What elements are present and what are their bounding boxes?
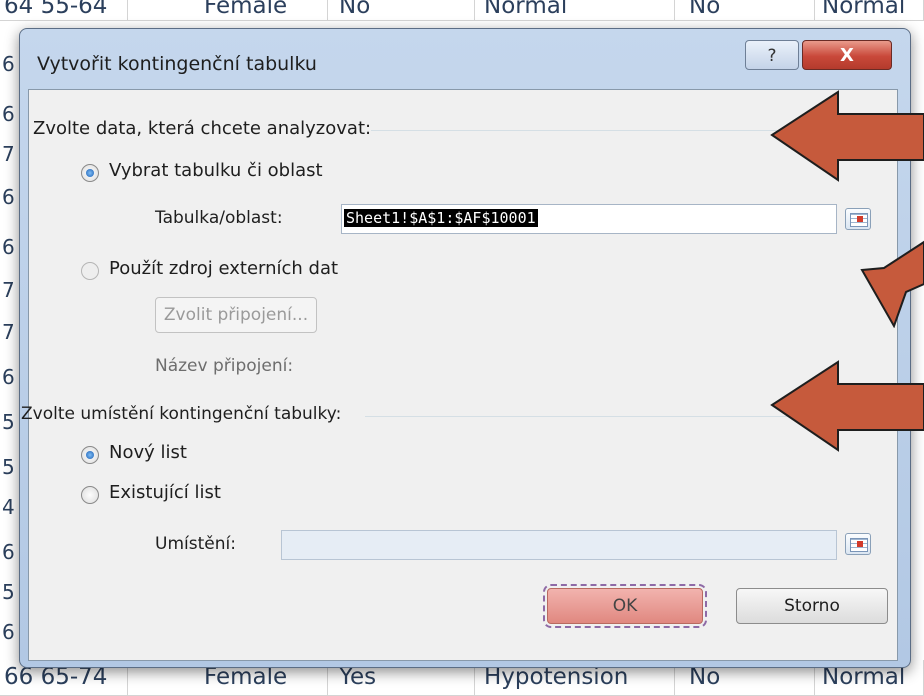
cell[interactable]: Female bbox=[200, 0, 328, 20]
dialog-title: Vytvořit kontingenční tabulku bbox=[37, 53, 317, 75]
row-digit: 6 bbox=[2, 235, 15, 259]
radio-select-table-label[interactable]: Vybrat tabulku či oblast bbox=[109, 160, 323, 181]
row-digit: 6 bbox=[2, 52, 15, 76]
location-input[interactable] bbox=[281, 530, 837, 560]
radio-new-sheet[interactable] bbox=[81, 446, 99, 464]
row-number-column: 6 6 7 6 6 7 7 6 5 5 4 6 5 6 bbox=[0, 30, 20, 660]
choose-connection-button[interactable]: Zvolit připojení... bbox=[155, 297, 317, 333]
cell[interactable]: 64 55-64 bbox=[0, 0, 128, 20]
close-button[interactable]: X bbox=[802, 40, 892, 70]
spreadsheet-row: 64 55-64 Female No Normal No Normal bbox=[0, 0, 924, 21]
radio-existing-sheet[interactable] bbox=[81, 486, 99, 504]
cancel-button[interactable]: Storno bbox=[736, 588, 888, 624]
collapse-dialog-icon[interactable] bbox=[845, 208, 871, 230]
location-label: Umístění: bbox=[155, 534, 236, 554]
row-digit: 6 bbox=[2, 102, 15, 126]
radio-select-table[interactable] bbox=[81, 164, 99, 182]
table-range-input[interactable]: Sheet1!$A$1:$AF$10001 bbox=[341, 204, 837, 234]
cell[interactable]: Normal bbox=[480, 0, 675, 20]
section-divider bbox=[365, 416, 815, 417]
arrow-down-icon bbox=[860, 240, 924, 328]
row-digit: 7 bbox=[2, 142, 15, 166]
cell[interactable]: No bbox=[335, 0, 475, 20]
section-data-label: Zvolte data, která chcete analyzovat: bbox=[33, 118, 372, 139]
dialog-body: Zvolte data, která chcete analyzovat: Vy… bbox=[21, 89, 898, 661]
arrow-left-icon bbox=[770, 360, 924, 452]
section-location-label: Zvolte umístění kontingenční tabulky: bbox=[21, 404, 342, 424]
row-digit: 6 bbox=[2, 185, 15, 209]
radio-external-source-label[interactable]: Použít zdroj externích dat bbox=[109, 258, 338, 279]
radio-new-sheet-label[interactable]: Nový list bbox=[109, 442, 187, 463]
radio-external-source[interactable] bbox=[81, 262, 99, 280]
row-digit: 5 bbox=[2, 410, 15, 434]
row-digit: 5 bbox=[2, 455, 15, 479]
row-digit: 7 bbox=[2, 278, 15, 302]
ok-button[interactable]: OK bbox=[543, 584, 707, 628]
row-digit: 7 bbox=[2, 320, 15, 344]
radio-existing-sheet-label[interactable]: Existující list bbox=[109, 482, 221, 503]
row-digit: 6 bbox=[2, 365, 15, 389]
section-divider bbox=[371, 130, 811, 131]
cell[interactable]: Normal bbox=[818, 0, 924, 20]
arrow-left-icon bbox=[770, 90, 924, 182]
table-range-label: Tabulka/oblast: bbox=[155, 208, 283, 228]
table-range-value: Sheet1!$A$1:$AF$10001 bbox=[344, 209, 538, 227]
help-button[interactable]: ? bbox=[745, 40, 799, 70]
connection-name-label: Název připojení: bbox=[155, 356, 294, 376]
row-digit: 5 bbox=[2, 580, 15, 604]
cell[interactable]: No bbox=[685, 0, 815, 20]
row-digit: 4 bbox=[2, 495, 15, 519]
row-digit: 6 bbox=[2, 540, 15, 564]
row-digit: 6 bbox=[2, 620, 15, 644]
collapse-dialog-icon[interactable] bbox=[845, 533, 871, 555]
